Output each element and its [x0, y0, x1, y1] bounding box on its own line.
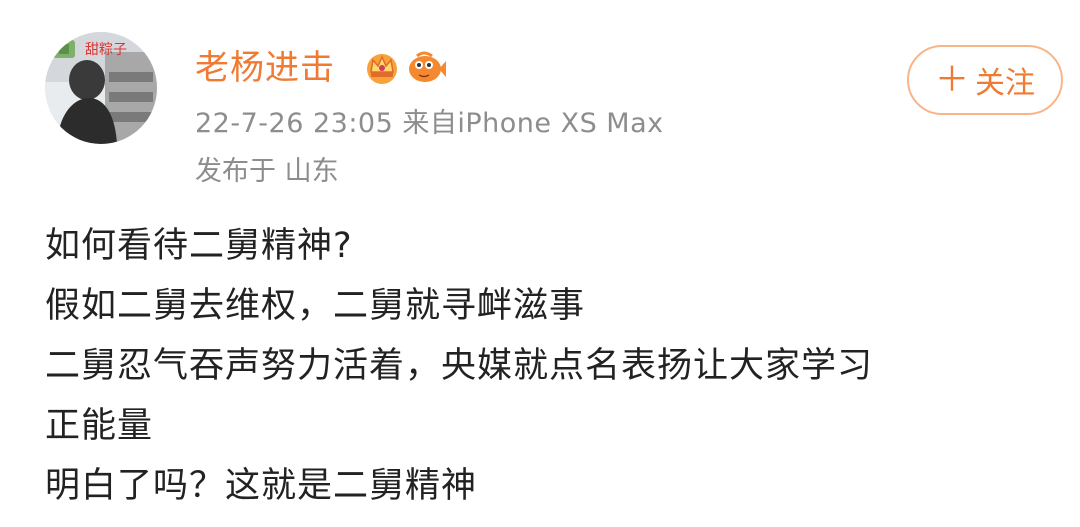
post-content-line: 正能量	[45, 406, 154, 446]
badge-group	[363, 48, 447, 90]
follow-button[interactable]: ＋ 关注	[907, 45, 1063, 115]
crown-badge-icon	[363, 48, 401, 90]
fish-badge-icon	[405, 48, 447, 90]
avatar-photo-icon: 甜粽子	[45, 32, 157, 144]
author-name[interactable]: 老杨进击	[195, 46, 335, 90]
avatar-watermark: 甜粽子	[85, 42, 127, 58]
follow-button-label: 关注	[975, 66, 1035, 101]
post-content-line: 明白了吗？这就是二舅精神	[45, 466, 478, 506]
post-content-line: 如何看待二舅精神?	[45, 226, 353, 266]
post-content-line: 二舅忍气吞声努力活着，央媒就点名表扬让大家学习	[45, 346, 874, 386]
plus-icon: ＋	[935, 60, 969, 100]
avatar[interactable]: 甜粽子	[45, 32, 157, 144]
post-content-line: 假如二舅去维权，二舅就寻衅滋事	[45, 286, 586, 326]
post-content: 如何看待二舅精神? 假如二舅去维权，二舅就寻衅滋事 二舅忍气吞声努力活着，央媒就…	[45, 216, 1065, 516]
post-timestamp-source: 22-7-26 23:05 来自iPhone XS Max	[195, 108, 664, 139]
post-location: 发布于 山东	[195, 156, 339, 187]
